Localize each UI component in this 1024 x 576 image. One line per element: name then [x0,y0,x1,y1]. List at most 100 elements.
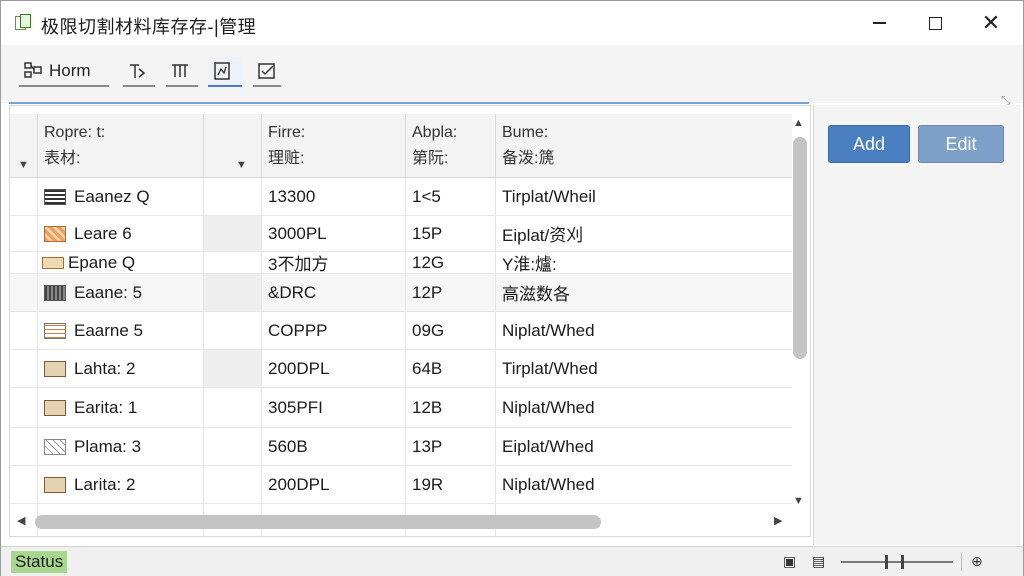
table-row[interactable]: Earita: 1 305PFI 12B Niplat/Whed [10,388,792,428]
dark-material-icon [44,284,66,301]
table-row[interactable]: Eaarne 5 COPPP 09G Niplat/Whed [10,312,792,350]
table-row[interactable]: Plama: 3 560B 13P Eiplat/Whed [10,428,792,466]
row-name: Larita: 2 [74,474,136,494]
row-col4: 19R [406,466,496,503]
maximize-button[interactable] [907,1,963,45]
zoom-slider[interactable] [841,555,953,569]
table-row[interactable]: Eaanez Q 13300 1<5 Tirplat/Wheil [10,178,792,216]
table-row[interactable]: Larita: 2 200DPL 19R Niplat/Whed [10,466,792,504]
app-logo-icon [15,14,31,32]
cut-tool-button[interactable] [123,57,155,87]
vertical-scroll-thumb[interactable] [793,137,807,359]
row-col3: 3不加方 [262,252,406,274]
striped-material-icon [44,188,66,205]
header-select-col[interactable]: ▼ [10,114,38,178]
cut-tool-icon [130,64,146,78]
home-button[interactable]: Horm [19,57,109,87]
table-row[interactable]: Lahta: 2 200DPL 64B Tirplat/Whed [10,350,792,388]
header-col-5-line1: Bume: [502,124,549,141]
row-col5: Niplat/Whed [502,397,595,417]
row-col3: &DRC [262,274,406,311]
row-name: Epane Q [68,252,136,272]
row-col5: Niplat/Whed [502,474,595,494]
header-col-3[interactable]: Firre: 理赃: [262,114,406,178]
row-col4: 09G [406,312,496,349]
row-col4: 12B [406,388,496,427]
minimize-button[interactable] [851,1,907,45]
report-tool-button[interactable] [208,57,242,87]
header-col-material-line2: 表材: [44,150,81,167]
layout-view-icon[interactable]: ▤ [812,553,825,570]
horizontal-scroll-thumb[interactable] [35,515,601,529]
row-name: Leare 6 [74,223,132,243]
header-col-4[interactable]: Abpla: 第阮: [406,114,496,178]
header-col-4-line2: 第阮: [412,150,449,167]
close-button[interactable]: ✕ [963,1,1019,45]
row-name: Eaanez Q [74,186,150,206]
row-name: Lahta: 2 [74,358,136,378]
row-col5: Eiplat/资刈 [502,226,584,245]
scroll-down-icon[interactable]: ▼ [793,495,804,507]
zoom-slider-marker [901,555,904,569]
row-name: Eaarne 5 [74,320,143,340]
header-col-filter[interactable]: ▼ [204,114,262,178]
row-col4: 12P [406,274,496,311]
scroll-left-icon[interactable]: ◀ [17,514,25,527]
scroll-up-icon[interactable]: ▲ [793,117,804,129]
vertical-scrollbar[interactable]: ▲ ▼ [791,115,809,511]
row-col3: 3000PL [262,216,406,251]
zoom-slider-handle[interactable] [885,555,888,569]
row-col5: Eiplat/Whed [502,436,594,456]
lined-material-icon [44,322,66,339]
status-label: Status [11,551,68,573]
sort-down-icon[interactable]: ▼ [18,152,29,178]
edit-button[interactable]: Edit [918,125,1004,163]
row-col3: 560B [262,428,406,465]
page-view-icon[interactable]: ▣ [783,553,796,570]
row-col4: 12G [406,252,496,273]
materials-grid: ▼ Ropre: t: 表材: ▼ Firre: 理赃: Abpla: 第阮: … [9,105,811,537]
row-name: Eaane: 5 [74,282,143,302]
toolbar-divider [9,102,809,104]
minimize-icon [872,22,886,24]
tan-material-icon [42,256,64,269]
home-grid-icon [24,62,42,78]
table-row[interactable]: Epane Q 3不加方 12G Y淮:爐: [10,252,792,274]
row-col4: 64B [406,350,496,387]
header-col-material-line1: Ropre: t: [44,124,106,141]
row-col3: 200DPL [262,466,406,503]
filter-dropdown-icon[interactable]: ▼ [236,152,247,178]
title-bar: 极限切割材料库存存-|管理 ✕ [1,1,1023,45]
globe-icon[interactable]: ⊕ [971,553,983,570]
row-col5: Tirplat/Whed [502,358,598,378]
action-panel: Add Edit [813,105,1021,545]
header-col-3-line2: 理赃: [268,150,305,167]
row-col5: Niplat/Whed [502,320,595,340]
columns-tool-button[interactable] [166,57,198,87]
table-row[interactable]: Eaane: 5 &DRC 12P 高滋数各 [10,274,792,312]
report-icon [214,62,230,80]
orange-material-icon [44,225,66,242]
row-col4: 1<5 [406,178,496,215]
wood-material-icon [44,360,66,377]
scroll-right-icon[interactable]: ▶ [774,514,782,527]
header-col-3-line1: Firre: [268,124,306,141]
maximize-icon [928,16,942,30]
header-col-5-line2: 备泼:篪 [502,150,555,167]
row-col3: 13300 [262,178,406,215]
row-col4: 15P [406,216,496,251]
grid-header: ▼ Ropre: t: 表材: ▼ Firre: 理赃: Abpla: 第阮: … [10,114,792,178]
checkbox-icon [258,63,275,79]
row-name: Plama: 3 [74,436,142,456]
wood-material-icon [44,399,66,416]
table-row[interactable]: Leare 6 3000PL 15P Eiplat/资刈 [10,216,792,252]
row-col3: 200DPL [262,350,406,387]
row-name: Earita: 1 [74,397,138,417]
horizontal-scrollbar[interactable]: ◀ ▶ [9,511,791,533]
add-button[interactable]: Add [828,125,910,163]
header-col-material[interactable]: Ropre: t: 表材: [38,114,204,178]
row-col5: Y淮:爐: [502,255,557,274]
cross-material-icon [44,438,66,455]
check-tool-button[interactable] [253,57,281,87]
header-col-5[interactable]: Bume: 备泼:篪 [496,114,792,178]
